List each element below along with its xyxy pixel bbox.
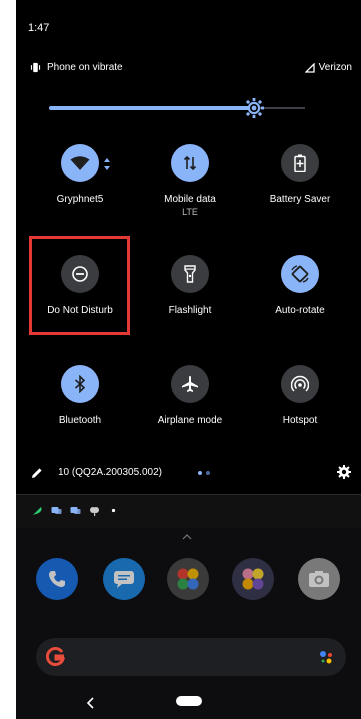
wifi-activity-icon: [104, 158, 110, 170]
navigation-bar: [16, 688, 361, 719]
camera-icon: [309, 571, 329, 587]
tile-auto-rotate[interactable]: Auto-rotate: [250, 255, 350, 316]
bluetooth-icon: [74, 375, 86, 393]
brightness-icon[interactable]: [244, 98, 264, 118]
home-button[interactable]: [176, 696, 202, 706]
messages-app[interactable]: [103, 558, 145, 600]
tile-wifi-button[interactable]: [61, 144, 99, 182]
status-row: Phone on vibrate Verizon: [30, 62, 352, 76]
camera-app[interactable]: [298, 558, 340, 600]
highlight-box: [29, 236, 130, 335]
tile-sublabel: LTE: [182, 207, 198, 217]
messages-icon: [114, 571, 134, 588]
page-indicator: [198, 471, 210, 475]
google-apps-icon: [177, 568, 199, 590]
quick-settings-footer: 10 (QQ2A.200305.002): [30, 464, 352, 484]
tile-label: Airplane mode: [157, 415, 223, 426]
tile-flashlight[interactable]: Flashlight: [140, 255, 240, 316]
airplane-icon: [182, 376, 198, 392]
tile-label: Bluetooth: [58, 415, 102, 426]
brightness-fill: [49, 106, 254, 110]
google-search-bar[interactable]: [36, 638, 346, 676]
tile-battery-saver-button[interactable]: [281, 144, 319, 182]
hotspot-icon: [291, 375, 309, 392]
tile-bluetooth-button[interactable]: [61, 365, 99, 403]
tile-hotspot[interactable]: Hotspot: [250, 365, 350, 426]
apps-folder-icon: [242, 568, 264, 590]
tile-mobile-data-button[interactable]: [171, 144, 209, 182]
tile-label: Gryphnet5: [56, 194, 104, 205]
app-dock: [36, 558, 346, 602]
assistant-icon[interactable]: [318, 649, 334, 665]
google-logo-icon: [46, 647, 66, 666]
ringer-status: Phone on vibrate: [47, 62, 123, 73]
phone-screen: 1:47 Phone on vibrate Verizon Gryphnet5 …: [16, 0, 361, 719]
more-notifications-dot-icon: [111, 508, 116, 513]
chevron-up-icon[interactable]: [182, 534, 192, 540]
tile-bluetooth[interactable]: Bluetooth: [30, 365, 130, 426]
mobile-data-icon: [183, 155, 197, 171]
phone-icon: [49, 571, 65, 587]
tile-airplane-mode-button[interactable]: [171, 365, 209, 403]
auto-rotate-icon: [291, 265, 309, 283]
battery-saver-icon: [294, 154, 306, 172]
phone-app[interactable]: [36, 558, 78, 600]
wifi-icon: [70, 156, 90, 170]
page-dot-active: [198, 471, 202, 475]
tile-label: Auto-rotate: [275, 305, 325, 316]
chat-icon: [70, 507, 81, 514]
google-apps-folder[interactable]: [167, 558, 209, 600]
tile-label: Mobile data: [164, 194, 216, 205]
tile-label: Flashlight: [168, 305, 212, 316]
status-time: 1:47: [28, 22, 50, 34]
vibrate-icon: [30, 62, 41, 73]
cloud-icon: [90, 507, 99, 516]
brightness-slider[interactable]: [49, 98, 305, 118]
feather-icon: [33, 507, 42, 515]
edit-icon[interactable]: [30, 466, 44, 480]
tile-flashlight-button[interactable]: [171, 255, 209, 293]
tile-mobile-data[interactable]: Mobile data LTE: [140, 144, 240, 217]
apps-folder[interactable]: [232, 558, 274, 600]
tile-wifi[interactable]: Gryphnet5: [30, 144, 130, 205]
tile-label: Battery Saver: [269, 194, 331, 205]
chat-icon: [51, 507, 62, 514]
tile-hotspot-button[interactable]: [281, 365, 319, 403]
home-screen: [16, 528, 361, 719]
settings-gear-icon[interactable]: [336, 464, 352, 480]
cell-signal-icon: [304, 62, 315, 73]
back-icon[interactable]: [86, 697, 96, 709]
tile-label: Hotspot: [282, 415, 318, 426]
page-dot: [206, 471, 210, 475]
build-number: 10 (QQ2A.200305.002): [58, 467, 162, 478]
tile-airplane-mode[interactable]: Airplane mode: [140, 365, 240, 426]
notification-icons-bar[interactable]: [16, 494, 361, 528]
flashlight-icon: [184, 265, 196, 283]
carrier-name: Verizon: [318, 62, 352, 73]
tile-auto-rotate-button[interactable]: [281, 255, 319, 293]
tile-battery-saver[interactable]: Battery Saver: [250, 144, 350, 205]
